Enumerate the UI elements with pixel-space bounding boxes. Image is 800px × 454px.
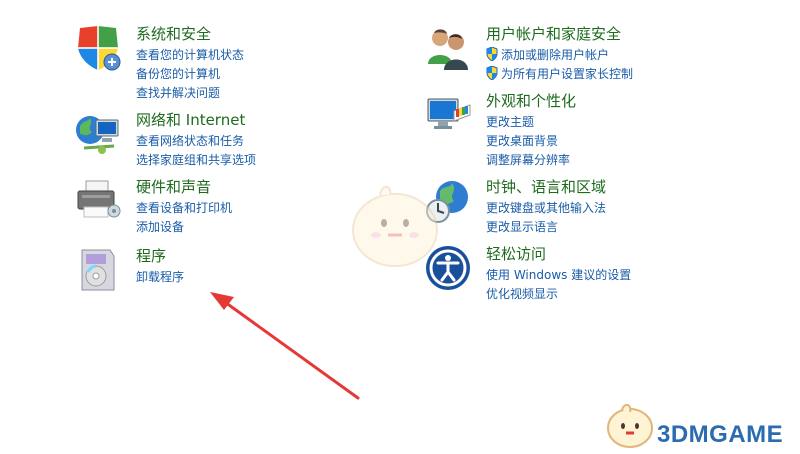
link-devices-printers[interactable]: 查看设备和打印机 <box>136 199 232 218</box>
printer-icon[interactable] <box>74 177 122 225</box>
category-title-network-internet[interactable]: 网络和 Internet <box>136 110 245 130</box>
category-title-appearance[interactable]: 外观和个性化 <box>486 91 576 111</box>
uac-shield-icon <box>486 66 498 80</box>
link-add-remove-accounts-label: 添加或删除用户帐户 <box>501 48 610 62</box>
link-uninstall-program[interactable]: 卸载程序 <box>136 268 184 287</box>
users-icon[interactable] <box>424 24 472 72</box>
link-screen-resolution[interactable]: 调整屏幕分辨率 <box>486 151 570 170</box>
security-shield-icon[interactable] <box>74 24 122 72</box>
link-add-device[interactable]: 添加设备 <box>136 218 232 237</box>
category-title-user-accounts[interactable]: 用户帐户和家庭安全 <box>486 24 621 44</box>
link-parental-controls-label: 为所有用户设置家长控制 <box>501 67 634 81</box>
link-change-input-method[interactable]: 更改键盘或其他输入法 <box>486 199 606 218</box>
link-view-computer-status[interactable]: 查看您的计算机状态 <box>136 46 244 65</box>
mascot-watermark <box>352 185 438 267</box>
link-windows-recommended-settings[interactable]: 使用 Windows 建议的设置 <box>486 266 631 285</box>
3dmgame-watermark: 3DMGAME <box>657 421 784 448</box>
uac-shield-icon <box>486 47 498 61</box>
3dmgame-logo-mascot <box>607 404 653 448</box>
category-title-ease-of-access[interactable]: 轻松访问 <box>486 244 546 264</box>
category-title-clock-language[interactable]: 时钟、语言和区域 <box>486 177 606 197</box>
link-backup-computer[interactable]: 备份您的计算机 <box>136 65 244 84</box>
link-change-theme[interactable]: 更改主题 <box>486 113 570 132</box>
link-homegroup-sharing[interactable]: 选择家庭组和共享选项 <box>136 151 256 170</box>
link-add-remove-accounts[interactable]: 添加或删除用户帐户 <box>486 46 633 65</box>
link-troubleshoot[interactable]: 查找并解决问题 <box>136 84 244 103</box>
programs-box-icon[interactable] <box>74 246 122 294</box>
monitor-palette-icon[interactable] <box>424 91 472 139</box>
category-title-hardware-sound[interactable]: 硬件和声音 <box>136 177 211 197</box>
link-parental-controls[interactable]: 为所有用户设置家长控制 <box>486 65 633 84</box>
link-desktop-background[interactable]: 更改桌面背景 <box>486 132 570 151</box>
link-optimize-video[interactable]: 优化视频显示 <box>486 285 631 304</box>
link-network-status[interactable]: 查看网络状态和任务 <box>136 132 256 151</box>
network-globe-icon[interactable] <box>74 110 122 158</box>
category-title-programs[interactable]: 程序 <box>136 246 166 266</box>
link-change-display-language[interactable]: 更改显示语言 <box>486 218 606 237</box>
category-title-system-security[interactable]: 系统和安全 <box>136 24 211 44</box>
